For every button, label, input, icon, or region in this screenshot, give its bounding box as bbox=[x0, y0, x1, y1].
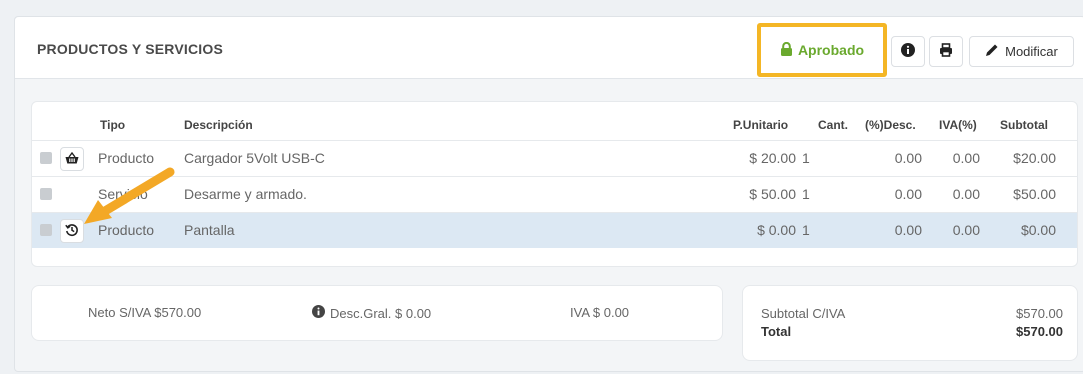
status-label: Aprobado bbox=[797, 42, 865, 58]
cell-cant: 1 bbox=[802, 150, 810, 166]
print-icon bbox=[939, 43, 953, 60]
cell-desc: 0.00 bbox=[894, 222, 922, 238]
desc-gral-group: Desc.Gral. $ 0.00 bbox=[312, 305, 431, 321]
edit-label: Modificar bbox=[1005, 44, 1058, 59]
items-table: Tipo Descripción P.Unitario Cant. (%)Des… bbox=[31, 101, 1078, 267]
cell-tipo: Producto bbox=[98, 150, 155, 166]
cell-subtotal: $20.00 bbox=[1013, 150, 1056, 166]
cell-subtotal: $50.00 bbox=[1013, 186, 1056, 202]
header-subtotal: Subtotal bbox=[1000, 118, 1048, 132]
row-checkbox[interactable] bbox=[40, 152, 52, 164]
cell-iva: 0.00 bbox=[952, 222, 980, 238]
neto-value: Neto S/IVA $570.00 bbox=[88, 305, 202, 320]
subtotal-label: Subtotal C/IVA bbox=[761, 306, 846, 321]
pencil-icon bbox=[985, 43, 999, 60]
totals-summary: Neto S/IVA $570.00 Desc.Gral. $ 0.00 IVA… bbox=[31, 285, 723, 341]
total-label: Total bbox=[761, 324, 792, 339]
cell-descripcion: Cargador 5Volt USB-C bbox=[184, 150, 325, 166]
cell-punitario: $ 0.00 bbox=[757, 222, 796, 238]
header-cant: Cant. bbox=[818, 118, 848, 132]
cell-punitario: $ 20.00 bbox=[749, 150, 796, 166]
info-icon bbox=[901, 43, 915, 60]
cell-punitario: $ 50.00 bbox=[749, 186, 796, 202]
info-icon[interactable] bbox=[312, 305, 325, 321]
row-checkbox[interactable] bbox=[40, 224, 52, 236]
lock-icon bbox=[780, 41, 793, 59]
total-value: $570.00 bbox=[1016, 324, 1063, 339]
cell-iva: 0.00 bbox=[952, 186, 980, 202]
cell-desc: 0.00 bbox=[894, 150, 922, 166]
header-descripcion: Descripción bbox=[184, 118, 253, 132]
cell-descripcion: Pantalla bbox=[184, 222, 235, 238]
cell-tipo: Servicio bbox=[98, 186, 148, 202]
row-checkbox[interactable] bbox=[40, 188, 52, 200]
table-row[interactable]: Servicio Desarme y armado. $ 50.00 1 0.0… bbox=[32, 176, 1077, 212]
cell-subtotal: $0.00 bbox=[1020, 222, 1056, 238]
cell-tipo: Producto bbox=[98, 222, 155, 238]
cell-descripcion: Desarme y armado. bbox=[184, 186, 307, 202]
table-row[interactable]: Producto Cargador 5Volt USB-C $ 20.00 1 … bbox=[32, 140, 1077, 176]
history-icon bbox=[65, 223, 79, 240]
totals-card: Subtotal C/IVA $570.00 Total $570.00 bbox=[742, 285, 1078, 361]
header-punitario: P.Unitario bbox=[733, 118, 789, 132]
history-button[interactable] bbox=[60, 219, 84, 243]
table-row-selected[interactable]: Producto Pantalla $ 0.00 1 0.00 0.00 $0.… bbox=[32, 212, 1077, 248]
edit-button[interactable]: Modificar bbox=[969, 36, 1074, 67]
header-iva: IVA(%) bbox=[939, 118, 977, 132]
cell-cant: 1 bbox=[802, 186, 810, 202]
cell-desc: 0.00 bbox=[894, 186, 922, 202]
panel-title: PRODUCTOS Y SERVICIOS bbox=[37, 41, 223, 57]
basket-icon bbox=[65, 151, 79, 167]
subtotal-value: $570.00 bbox=[1016, 306, 1063, 321]
cell-iva: 0.00 bbox=[952, 150, 980, 166]
header-tipo: Tipo bbox=[100, 118, 126, 132]
products-services-panel: PRODUCTOS Y SERVICIOS Aprobado Modificar… bbox=[14, 16, 1083, 372]
status-approved-button[interactable]: Aprobado bbox=[757, 23, 887, 77]
info-button[interactable] bbox=[891, 36, 925, 67]
desc-gral-value: Desc.Gral. $ 0.00 bbox=[330, 305, 432, 321]
header-desc: (%)Desc. bbox=[865, 118, 916, 132]
panel-header: PRODUCTOS Y SERVICIOS Aprobado Modificar bbox=[15, 17, 1083, 79]
print-button[interactable] bbox=[929, 36, 963, 67]
cell-cant: 1 bbox=[802, 222, 810, 238]
iva-value: IVA $ 0.00 bbox=[570, 305, 630, 320]
basket-button[interactable] bbox=[60, 147, 84, 171]
